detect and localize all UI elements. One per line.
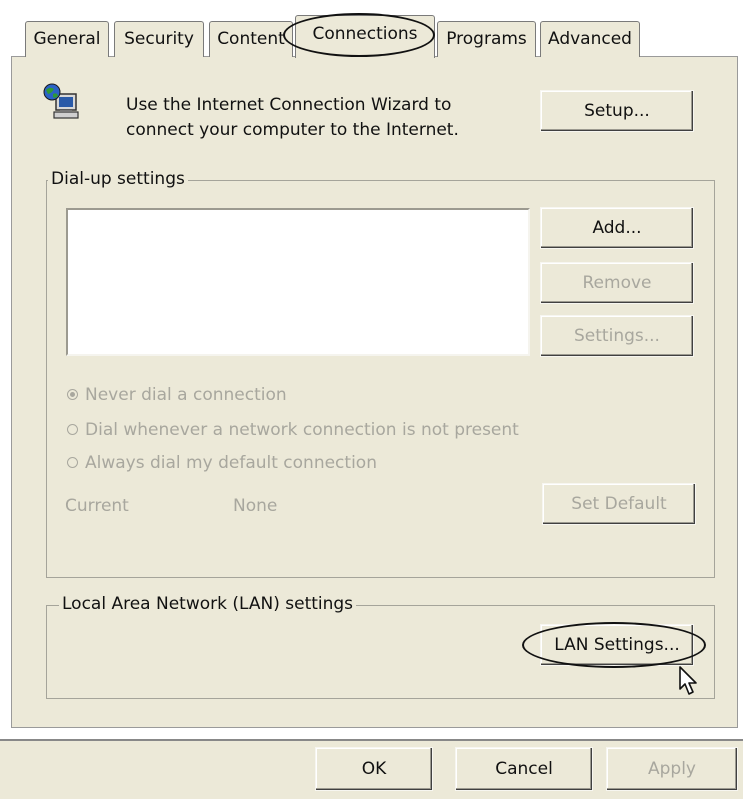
ok-button-label: OK — [361, 759, 387, 779]
tab-programs[interactable]: Programs — [437, 21, 536, 57]
mouse-pointer-icon — [678, 665, 700, 697]
apply-button-label: Apply — [648, 759, 696, 779]
tab-security-label: Security — [124, 29, 194, 49]
cancel-button-label: Cancel — [495, 759, 553, 779]
tab-general[interactable]: General — [25, 21, 109, 57]
tab-content-label: Content — [217, 29, 285, 49]
add-button-label: Add... — [592, 218, 642, 238]
tab-panel-connections: Use the Internet Connection Wizard to co… — [11, 56, 738, 728]
lan-settings-button-label: LAN Settings... — [554, 635, 680, 655]
radio-always-dial-label: Always dial my default connection — [85, 453, 377, 473]
set-default-button[interactable]: Set Default — [542, 483, 696, 525]
wizard-text-line1: Use the Internet Connection Wizard to — [126, 95, 452, 115]
tab-connections[interactable]: Connections — [295, 15, 435, 58]
dialup-connections-list[interactable] — [66, 208, 530, 356]
tab-advanced[interactable]: Advanced — [540, 21, 640, 57]
lan-settings-label: Local Area Network (LAN) settings — [59, 594, 357, 614]
current-label: Current — [65, 496, 129, 516]
settings-button-label: Settings... — [574, 326, 660, 346]
tab-programs-label: Programs — [446, 29, 527, 49]
radio-never-dial-label: Never dial a connection — [85, 385, 287, 405]
apply-button[interactable]: Apply — [606, 747, 738, 791]
radio-dial-whenever-label: Dial whenever a network connection is no… — [85, 420, 519, 440]
internet-options-dialog: Use the Internet Connection Wizard to co… — [0, 0, 743, 799]
remove-button[interactable]: Remove — [540, 262, 694, 304]
lan-settings-button[interactable]: LAN Settings... — [540, 624, 694, 666]
footer-bar: OK Cancel Apply — [0, 741, 743, 799]
ok-button[interactable]: OK — [315, 747, 433, 791]
radio-dial-whenever[interactable]: Dial whenever a network connection is no… — [67, 420, 519, 440]
radio-never-dial[interactable]: Never dial a connection — [67, 385, 287, 405]
set-default-button-label: Set Default — [571, 494, 667, 514]
tab-content[interactable]: Content — [209, 21, 293, 57]
cancel-button[interactable]: Cancel — [455, 747, 593, 791]
radio-always-dial[interactable]: Always dial my default connection — [67, 453, 377, 473]
settings-button[interactable]: Settings... — [540, 315, 694, 357]
radio-dial-whenever-control[interactable] — [67, 424, 78, 435]
computer-globe-icon — [42, 82, 82, 124]
setup-button[interactable]: Setup... — [540, 90, 694, 132]
setup-button-label: Setup... — [584, 101, 650, 121]
radio-always-dial-control[interactable] — [67, 457, 78, 468]
dialup-settings-label: Dial-up settings — [48, 169, 188, 189]
tab-connections-label: Connections — [312, 24, 418, 44]
add-button[interactable]: Add... — [540, 207, 694, 249]
remove-button-label: Remove — [582, 273, 652, 293]
current-value: None — [233, 496, 278, 516]
tab-security[interactable]: Security — [114, 21, 204, 57]
radio-never-dial-control[interactable] — [67, 389, 78, 400]
wizard-text-line2: connect your computer to the Internet. — [126, 120, 459, 140]
tab-advanced-label: Advanced — [548, 29, 632, 49]
tab-general-label: General — [33, 29, 101, 49]
